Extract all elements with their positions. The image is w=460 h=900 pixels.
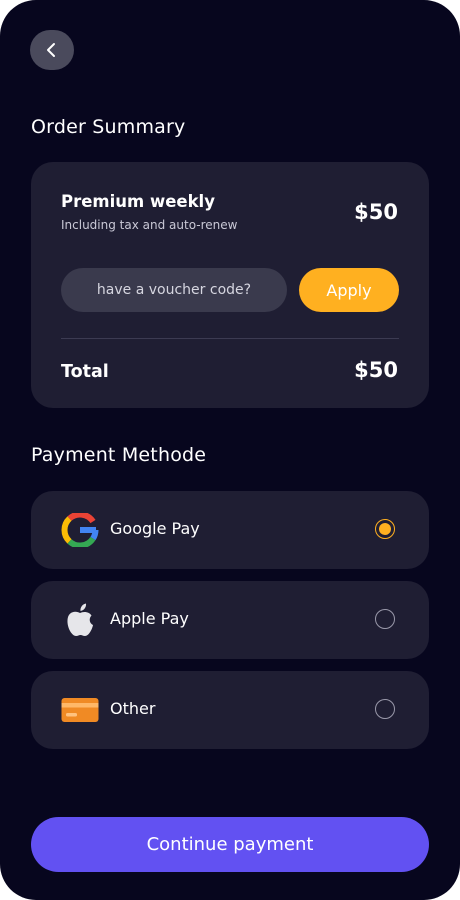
payment-method-title: Payment Methode	[31, 444, 207, 466]
payment-option-label: Other	[110, 699, 156, 718]
payment-screen: Order Summary Premium weekly Including t…	[0, 0, 460, 900]
payment-option-label: Apple Pay	[110, 609, 189, 628]
apply-button[interactable]: Apply	[299, 268, 399, 312]
plan-name: Premium weekly	[61, 192, 215, 211]
radio-unselected[interactable]	[375, 609, 395, 629]
radio-unselected[interactable]	[375, 699, 395, 719]
credit-card-icon	[61, 693, 99, 727]
plan-price: $50	[354, 200, 398, 224]
total-value: $50	[354, 358, 398, 382]
order-summary-card: Premium weekly Including tax and auto-re…	[31, 162, 429, 408]
payment-option-label: Google Pay	[110, 519, 200, 538]
divider	[61, 338, 399, 339]
radio-selected[interactable]	[375, 519, 395, 539]
voucher-input[interactable]	[61, 268, 287, 312]
payment-option-other[interactable]: Other	[31, 671, 429, 749]
total-label: Total	[61, 362, 109, 382]
order-summary-title: Order Summary	[31, 116, 186, 138]
plan-subtitle: Including tax and auto-renew	[61, 218, 238, 232]
google-icon	[61, 513, 99, 547]
apple-icon	[61, 603, 99, 637]
payment-option-apple-pay[interactable]: Apple Pay	[31, 581, 429, 659]
payment-option-google-pay[interactable]: Google Pay	[31, 491, 429, 569]
continue-payment-button[interactable]: Continue payment	[31, 817, 429, 872]
chevron-left-icon	[47, 43, 55, 57]
back-button[interactable]	[30, 30, 74, 70]
